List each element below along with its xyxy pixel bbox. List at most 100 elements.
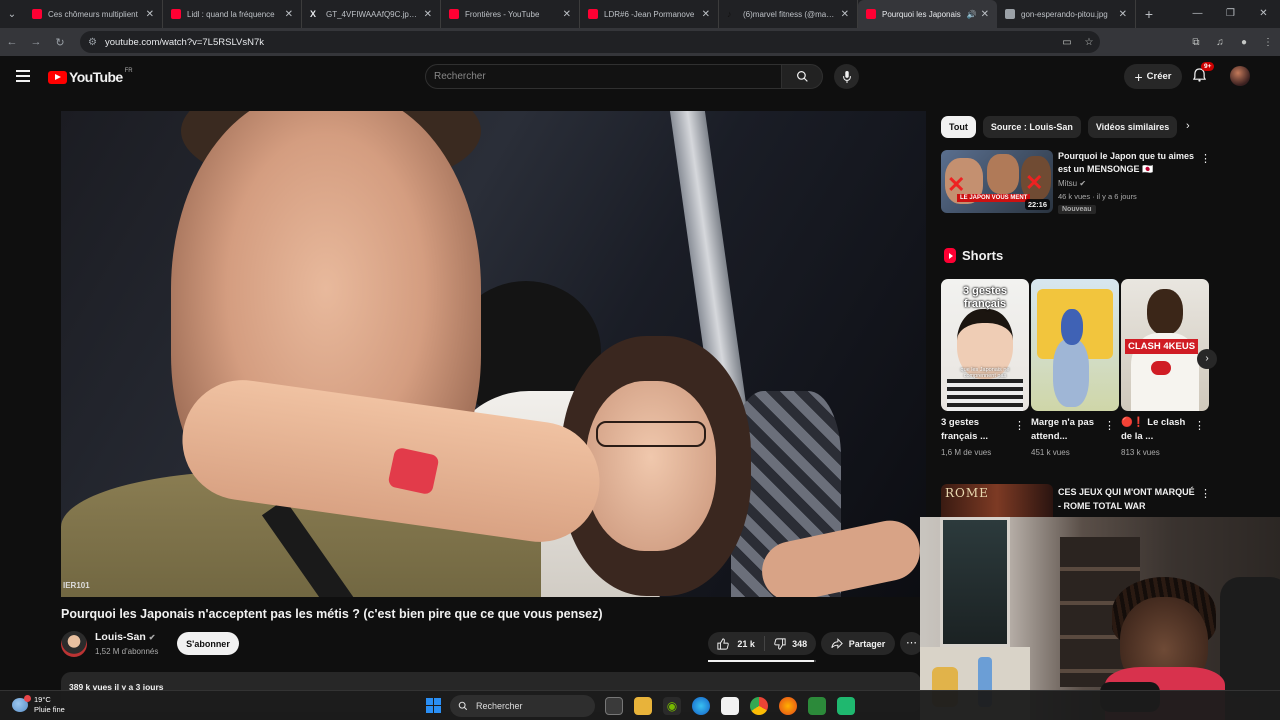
verified-icon: ✔ — [148, 633, 156, 642]
like-dislike-group: 21 k 348 — [708, 632, 816, 655]
forward-icon[interactable]: → — [24, 36, 48, 48]
tab-close-icon[interactable]: ✕ — [424, 9, 432, 20]
short-title[interactable]: Marge n'a pas attend... — [1031, 416, 1103, 444]
channel-name[interactable]: Louis-San ✔ — [95, 631, 155, 643]
tab-search-icon[interactable]: ⌄ — [0, 0, 24, 28]
browser-tab[interactable]: X GT_4VFIWAAAfQ9C.jpg:la ✕ — [302, 0, 441, 28]
short-title[interactable]: 🔴❗ Le clash de la ... — [1121, 416, 1193, 444]
channel-avatar[interactable] — [61, 631, 87, 657]
youtube-header: YouTube FR Rechercher + Créer 9+ — [0, 56, 1280, 98]
shorts-next-icon[interactable]: › — [1197, 349, 1217, 369]
reload-icon[interactable]: ↻ — [48, 36, 72, 49]
xbox-icon[interactable] — [808, 697, 826, 715]
share-button[interactable]: Partager — [821, 632, 895, 655]
tab-close-icon[interactable]: ✕ — [702, 9, 710, 20]
kebab-menu-icon[interactable]: ⋮ — [1194, 419, 1205, 432]
browser-menu-icon[interactable]: ⋮ — [1256, 37, 1280, 48]
dislike-button[interactable]: 348 — [765, 637, 816, 650]
short-title[interactable]: 3 gestes français ... — [941, 416, 1013, 444]
restore-icon[interactable]: ❐ — [1214, 0, 1247, 28]
tab-close-icon[interactable]: ✕ — [841, 9, 849, 20]
short-thumbnail[interactable]: CLASH 4KEUS — [1121, 279, 1209, 411]
taskbar-search[interactable]: Rechercher — [450, 695, 595, 717]
browser-tab[interactable]: Frontières - YouTube ✕ — [441, 0, 580, 28]
file-explorer-icon[interactable] — [634, 697, 652, 715]
tab-close-icon[interactable]: ✕ — [563, 9, 571, 20]
browser-tab[interactable]: gon-esperando-pitou.jpg ✕ — [997, 0, 1136, 28]
start-button[interactable] — [426, 698, 441, 713]
kebab-menu-icon[interactable]: ⋮ — [1200, 487, 1211, 500]
search-input[interactable]: Rechercher — [425, 64, 782, 89]
close-window-icon[interactable]: ✕ — [1247, 0, 1280, 28]
short-item[interactable]: CLASH 4KEUS 🔴❗ Le clash de la ... ⋮ 813 … — [1121, 279, 1209, 457]
browser-tab[interactable]: ♪ (6)marvel fitness (@marve ✕ — [719, 0, 858, 28]
profile-icon[interactable]: ● — [1232, 37, 1256, 48]
app-icon[interactable] — [837, 697, 855, 715]
account-avatar[interactable] — [1230, 66, 1250, 86]
back-icon[interactable]: ← — [0, 36, 24, 48]
youtube-logo[interactable]: YouTube FR — [48, 68, 133, 85]
tab-title: gon-esperando-pitou.jpg — [1021, 9, 1108, 19]
recommended-title[interactable]: CES JEUX QUI M'ONT MARQUÉ - ROME TOTAL W… — [1058, 485, 1198, 513]
recommended-title[interactable]: Pourquoi le Japon que tu aimes est un ME… — [1058, 150, 1198, 176]
recommended-meta: 46 k vues · il y a 6 jours — [1058, 192, 1137, 201]
tab-title: LDR#6 -Jean Pormanove — [604, 9, 695, 19]
chevron-right-icon[interactable]: › — [1186, 120, 1190, 132]
thumbnail-caption: LE JAPON VOUS MENT — [957, 194, 1031, 202]
short-thumbnail[interactable] — [1031, 279, 1119, 411]
thumbs-up-icon — [717, 637, 730, 650]
weather-condition: Pluie fine — [34, 705, 65, 714]
video-player[interactable]: IER101 — [61, 111, 926, 597]
notifications-button[interactable]: 9+ — [1192, 62, 1215, 85]
firefox-icon[interactable] — [779, 697, 797, 715]
browser-tab[interactable]: Pourquoi les Japonais 🔊 ✕ — [858, 0, 997, 28]
create-button[interactable]: + Créer — [1124, 64, 1182, 89]
site-info-icon[interactable]: ⚙ — [88, 37, 97, 48]
subscribe-button[interactable]: S'abonner — [177, 632, 239, 655]
task-view-icon[interactable] — [605, 697, 623, 715]
nvidia-icon[interactable]: ◉ — [663, 697, 681, 715]
extensions-icon[interactable]: ⧉ — [1184, 37, 1208, 48]
recommended-video[interactable]: ✕ ✕ LE JAPON VOUS MENT 22:16 Pourquoi le… — [941, 150, 1211, 216]
new-tab-button[interactable]: + — [1136, 6, 1162, 22]
tab-close-icon[interactable]: ✕ — [285, 9, 293, 20]
window-controls: — ❐ ✕ — [1181, 0, 1280, 28]
bookmark-star-icon[interactable]: ☆ — [1078, 37, 1100, 48]
tab-close-icon[interactable]: ✕ — [1119, 9, 1127, 20]
search-button[interactable] — [781, 64, 823, 89]
tab-audio-icon[interactable]: 🔊 — [967, 10, 977, 19]
youtube-play-icon — [48, 70, 67, 84]
menu-icon[interactable] — [16, 70, 30, 85]
short-item[interactable]: 3 gestes français que les Japonais ne co… — [941, 279, 1029, 457]
kebab-menu-icon[interactable]: ⋮ — [1014, 419, 1025, 432]
short-item[interactable]: Marge n'a pas attend... ⋮ 451 k vues — [1031, 279, 1119, 457]
chrome-icon[interactable] — [750, 697, 768, 715]
media-control-icon[interactable]: ♫ — [1208, 37, 1232, 48]
url-bar[interactable]: ⚙ youtube.com/watch?v=7L5RSLVsN7k ▭ ☆ — [80, 31, 1100, 53]
minimize-icon[interactable]: — — [1181, 0, 1214, 28]
shorts-heading: Shorts — [944, 248, 1003, 263]
browser-tab[interactable]: Ces chômeurs multiplient ✕ — [24, 0, 163, 28]
browser-tab[interactable]: LDR#6 -Jean Pormanove ✕ — [580, 0, 719, 28]
kebab-menu-icon[interactable]: ⋮ — [1104, 419, 1115, 432]
store-icon[interactable] — [721, 697, 739, 715]
thumbnail-text: ROME — [945, 486, 989, 500]
chip-similar[interactable]: Vidéos similaires — [1087, 116, 1178, 138]
kebab-menu-icon[interactable]: ⋮ — [1200, 152, 1211, 165]
chip-all[interactable]: Tout — [941, 116, 976, 138]
video-thumbnail[interactable]: ROME — [941, 484, 1053, 518]
microphone-icon — [842, 70, 851, 83]
recommended-channel[interactable]: Mitsu ✔ — [1058, 179, 1086, 188]
voice-search-button[interactable] — [834, 64, 859, 89]
like-button[interactable]: 21 k — [708, 636, 766, 651]
short-thumbnail[interactable]: 3 gestes français que les Japonais ne co… — [941, 279, 1029, 411]
edge-icon[interactable] — [692, 697, 710, 715]
cast-icon[interactable]: ▭ — [1056, 37, 1078, 48]
browser-tab[interactable]: Lidl : quand la fréquence ✕ — [163, 0, 302, 28]
weather-widget[interactable]: 19°C Pluie fine — [12, 695, 65, 715]
tab-close-icon[interactable]: ✕ — [146, 9, 154, 20]
video-thumbnail[interactable]: ✕ ✕ LE JAPON VOUS MENT 22:16 — [941, 150, 1053, 213]
tab-close-icon[interactable]: ✕ — [981, 9, 989, 20]
chip-source[interactable]: Source : Louis-San — [982, 116, 1081, 138]
search-icon — [796, 71, 808, 82]
